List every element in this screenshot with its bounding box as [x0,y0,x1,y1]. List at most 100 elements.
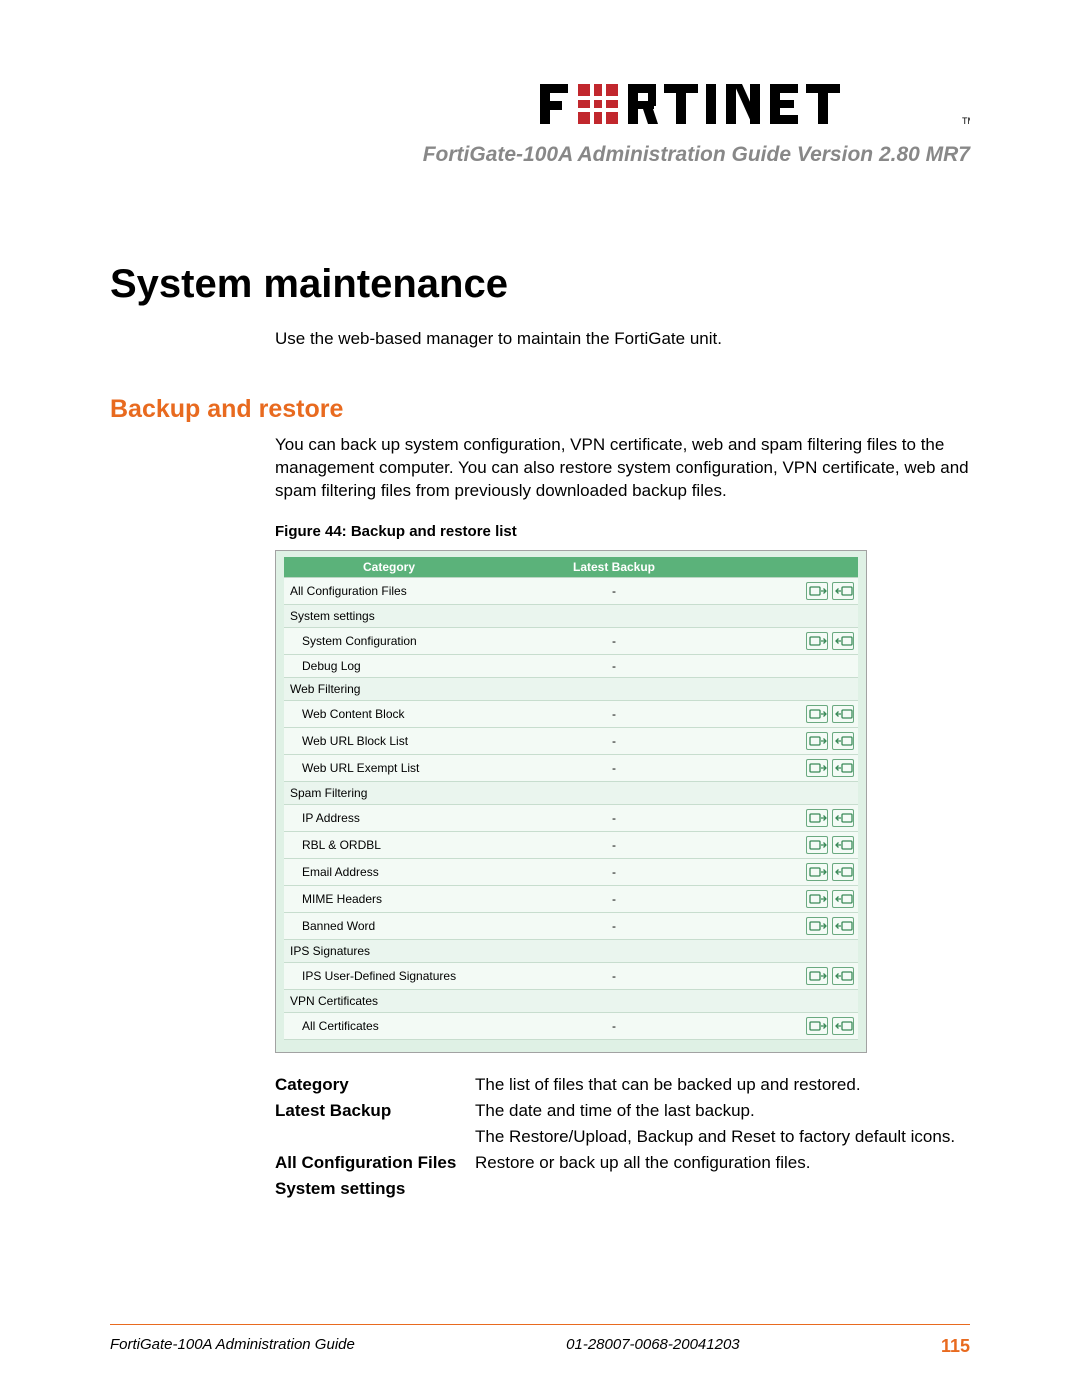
restore-icon[interactable] [832,632,854,650]
definition-term: All Configuration Files [275,1153,475,1173]
definition-term: System settings [275,1179,475,1199]
chapter-intro: Use the web-based manager to maintain th… [275,329,970,349]
row-label: Banned Word [284,912,494,939]
backup-icon[interactable] [806,836,828,854]
col-header-actions [734,557,858,578]
table-row: All Configuration Files- [284,577,858,604]
definition-row: System settings [275,1179,970,1199]
table-row: VPN Certificates [284,989,858,1012]
table-row: IP Address- [284,804,858,831]
restore-icon[interactable] [832,809,854,827]
group-label: Spam Filtering [284,781,858,804]
restore-icon[interactable] [832,582,854,600]
backup-icon[interactable] [806,705,828,723]
svg-text:TM: TM [962,116,970,126]
brand-logo: TM [110,80,970,133]
col-header-category: Category [284,557,494,578]
row-latest-backup: - [494,858,734,885]
table-row: IPS User-Defined Signatures- [284,962,858,989]
chapter-title: System maintenance [110,262,970,307]
group-label: System settings [284,604,858,627]
backup-icon[interactable] [806,732,828,750]
footer-doc-title: FortiGate-100A Administration Guide [110,1336,355,1357]
row-latest-backup: - [494,1012,734,1039]
definition-term [275,1127,475,1147]
row-actions [734,804,858,831]
table-row: System settings [284,604,858,627]
row-actions [734,858,858,885]
definition-term: Latest Backup [275,1101,475,1121]
row-label: IPS User-Defined Signatures [284,962,494,989]
row-latest-backup: - [494,727,734,754]
restore-icon[interactable] [832,705,854,723]
doc-subtitle: FortiGate-100A Administration Guide Vers… [110,143,970,167]
restore-icon[interactable] [832,863,854,881]
definition-desc: The list of files that can be backed up … [475,1075,970,1095]
col-header-latest: Latest Backup [494,557,734,578]
restore-icon[interactable] [832,917,854,935]
restore-icon[interactable] [832,836,854,854]
backup-icon[interactable] [806,809,828,827]
section-title: Backup and restore [110,395,970,424]
row-actions [734,885,858,912]
table-row: Spam Filtering [284,781,858,804]
definition-term: Category [275,1075,475,1095]
row-actions [734,627,858,654]
backup-icon[interactable] [806,632,828,650]
row-latest-backup: - [494,912,734,939]
footer-page-number: 115 [941,1336,970,1357]
row-actions [734,700,858,727]
row-label: RBL & ORDBL [284,831,494,858]
row-label: Web URL Exempt List [284,754,494,781]
row-latest-backup: - [494,627,734,654]
row-latest-backup: - [494,700,734,727]
restore-icon[interactable] [832,967,854,985]
backup-icon[interactable] [806,759,828,777]
table-row: Web Filtering [284,677,858,700]
backup-icon[interactable] [806,582,828,600]
definition-row: Latest BackupThe date and time of the la… [275,1101,970,1121]
row-label: Debug Log [284,654,494,677]
row-label: All Certificates [284,1012,494,1039]
row-label: System Configuration [284,627,494,654]
row-latest-backup: - [494,577,734,604]
definition-desc: The Restore/Upload, Backup and Reset to … [475,1127,970,1147]
backup-icon[interactable] [806,863,828,881]
definition-row: The Restore/Upload, Backup and Reset to … [275,1127,970,1147]
figure-caption: Figure 44: Backup and restore list [275,523,970,540]
restore-icon[interactable] [832,732,854,750]
table-row: RBL & ORDBL- [284,831,858,858]
backup-restore-table: Category Latest Backup All Configuration… [275,550,867,1053]
row-label: MIME Headers [284,885,494,912]
table-row: Email Address- [284,858,858,885]
row-actions [734,577,858,604]
row-actions [734,1012,858,1039]
table-row: IPS Signatures [284,939,858,962]
table-row: Web URL Exempt List- [284,754,858,781]
row-latest-backup: - [494,804,734,831]
row-latest-backup: - [494,654,734,677]
row-latest-backup: - [494,962,734,989]
definition-row: All Configuration FilesRestore or back u… [275,1153,970,1173]
backup-icon[interactable] [806,917,828,935]
backup-icon[interactable] [806,890,828,908]
row-latest-backup: - [494,831,734,858]
restore-icon[interactable] [832,759,854,777]
table-row: All Certificates- [284,1012,858,1039]
row-actions [734,912,858,939]
backup-icon[interactable] [806,1017,828,1035]
table-row: System Configuration- [284,627,858,654]
row-latest-backup: - [494,885,734,912]
row-label: All Configuration Files [284,577,494,604]
backup-icon[interactable] [806,967,828,985]
row-actions [734,727,858,754]
row-label: Email Address [284,858,494,885]
footer-rule [110,1324,970,1325]
restore-icon[interactable] [832,1017,854,1035]
row-latest-backup: - [494,754,734,781]
restore-icon[interactable] [832,890,854,908]
table-row: Web URL Block List- [284,727,858,754]
definition-desc: The date and time of the last backup. [475,1101,970,1121]
section-body: You can back up system configuration, VP… [275,434,970,503]
group-label: Web Filtering [284,677,858,700]
